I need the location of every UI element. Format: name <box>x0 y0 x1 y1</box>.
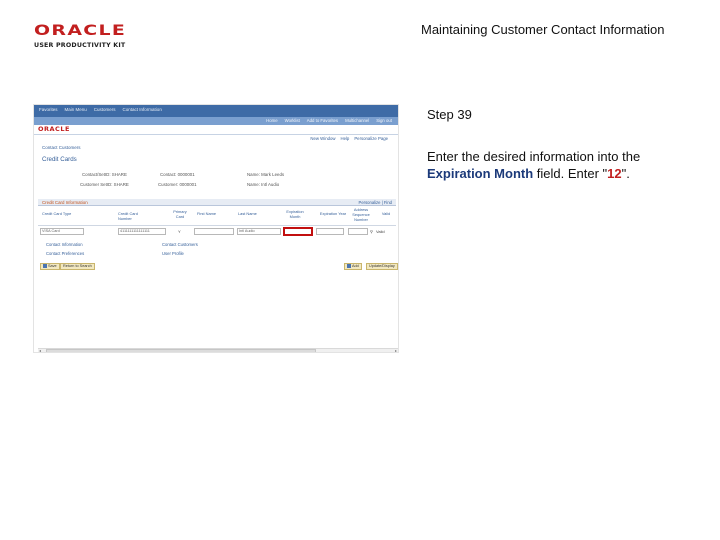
column-header-address-seq: Address Sequence Number <box>352 207 370 222</box>
customer-id-label: Customer: 0000001 <box>158 182 197 187</box>
breadcrumb: Contact Customers <box>42 145 81 150</box>
header-links: Home Worklist Add to Favorites Multichan… <box>266 118 392 124</box>
add-to-favorites-link[interactable]: Add to Favorites <box>307 118 338 124</box>
help-link[interactable]: Help <box>340 136 349 142</box>
save-button-label: Save <box>48 264 57 268</box>
application-screenshot: Favorites Main Menu Customers Contact In… <box>33 104 399 353</box>
contact-name-label: Name: Mark Leeds <box>247 172 285 177</box>
primary-card-value: Y <box>178 229 181 234</box>
save-button[interactable]: Save <box>40 263 60 270</box>
valid-status: Valid <box>376 229 385 234</box>
address-seq-field[interactable] <box>348 228 368 235</box>
instruction-value: 12 <box>607 166 622 181</box>
update-button-label: Update/Display <box>369 264 395 268</box>
scroll-right-icon[interactable]: ▸ <box>395 349 397 353</box>
page-title: Credit Cards <box>42 156 77 163</box>
last-name-field[interactable]: Intl Audio <box>237 228 281 235</box>
column-header-first-name: First Name <box>197 211 217 216</box>
instruction-text: Enter the desired information into the <box>427 149 641 164</box>
column-header-expiration-month: Expiration Month <box>286 209 304 219</box>
app-brand-logo: ORACLE <box>38 125 70 133</box>
instruction-text-3: ". <box>621 166 630 181</box>
contact-information-link[interactable]: Contact Information <box>46 242 83 247</box>
expiration-year-field[interactable] <box>316 228 344 235</box>
scrollbar-thumb[interactable] <box>46 349 316 352</box>
nav-breadcrumbs: Favorites Main Menu Customers Contact In… <box>39 107 162 113</box>
contact-customers-link[interactable]: Contact Customers <box>162 242 198 247</box>
expiration-month-field[interactable] <box>283 227 313 236</box>
contact-preferences-link[interactable]: Contact Preferences <box>46 251 84 256</box>
oracle-upk-logo: ORACLE USER PRODUCTIVITY KIT <box>34 24 144 50</box>
lookup-icon[interactable]: ⚲ <box>370 229 373 234</box>
nav-crumb-customers[interactable]: Customers <box>94 107 116 113</box>
column-header-primary: Primary Card <box>173 209 187 219</box>
grid-navigation-links[interactable]: Personalize | Find <box>359 200 392 205</box>
step-instruction: Enter the desired information into the E… <box>427 148 697 182</box>
document-title: Maintaining Customer Contact Information <box>421 22 665 37</box>
return-button-label: Return to Search <box>63 264 92 268</box>
return-to-search-button[interactable]: Return to Search <box>60 263 95 270</box>
column-header-last-name: Last Name <box>238 211 257 216</box>
header-divider <box>34 134 398 135</box>
nav-crumb-contact-info[interactable]: Contact Information <box>123 107 162 113</box>
update-display-button[interactable]: Update/Display <box>366 263 398 270</box>
contact-id-label: Contact: 0000001 <box>160 172 195 177</box>
nav-crumb-main-menu[interactable]: Main Menu <box>65 107 87 113</box>
multichannel-link[interactable]: Multichannel <box>345 118 369 124</box>
instruction-field-name: Expiration Month <box>427 166 534 181</box>
home-link[interactable]: Home <box>266 118 277 124</box>
grid-header-divider <box>38 225 396 226</box>
customer-setid-label: Customer SetID: SHARE <box>80 182 129 187</box>
scroll-left-icon[interactable]: ◂ <box>39 349 41 353</box>
column-header-card-number: Credit Card Number <box>118 211 138 221</box>
customer-name-label: Name: Intl Audio <box>247 182 280 187</box>
user-profile-link[interactable]: User Profile <box>162 251 184 256</box>
nav-crumb-favorites[interactable]: Favorites <box>39 107 58 113</box>
sign-out-link[interactable]: Sign out <box>376 118 392 124</box>
add-button-label: Add <box>352 264 359 268</box>
new-window-link[interactable]: New Window <box>310 136 335 142</box>
column-header-expiration-year: Expiration Year <box>319 211 347 216</box>
add-icon <box>347 264 351 268</box>
card-type-select[interactable]: VISA Card <box>40 228 84 235</box>
top-nav-bar: Favorites Main Menu Customers Contact In… <box>34 105 398 117</box>
column-header-valid: Valid <box>381 211 391 216</box>
horizontal-scrollbar[interactable]: ◂ ▸ <box>38 348 398 353</box>
first-name-field[interactable] <box>194 228 234 235</box>
instruction-text-2: field. Enter " <box>533 166 608 181</box>
column-header-card-type: Credit Card Type <box>42 211 72 216</box>
page-toolbar-links: New Window Help Personalize Page <box>310 136 388 142</box>
add-button[interactable]: Add <box>344 263 362 270</box>
credit-card-section-bar <box>38 199 396 206</box>
contact-setid-label: Contact/SetID: SHARE <box>82 172 127 177</box>
personalize-page-link[interactable]: Personalize Page <box>354 136 388 142</box>
card-number-field[interactable]: 4111111111111111 <box>118 228 166 235</box>
save-icon <box>43 264 47 268</box>
step-number: Step 39 <box>427 107 472 122</box>
credit-card-section-title: Credit Card Information <box>42 200 88 205</box>
worklist-link[interactable]: Worklist <box>285 118 300 124</box>
logo-wordmark: ORACLE <box>34 23 127 39</box>
logo-subtitle: USER PRODUCTIVITY KIT <box>34 42 126 49</box>
